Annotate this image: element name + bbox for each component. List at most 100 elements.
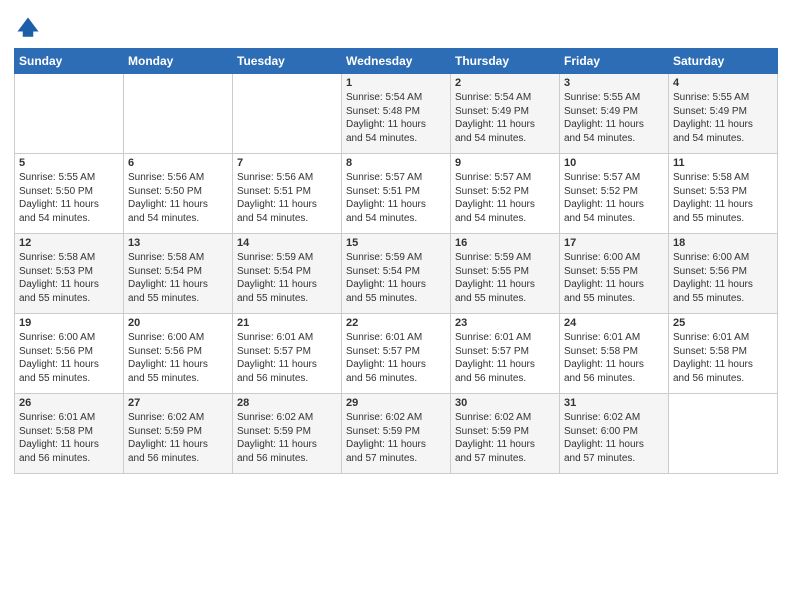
cell-info: Sunrise: 5:55 AM Sunset: 5:49 PM Dayligh… [673,91,773,145]
day-number: 2 [455,77,555,89]
day-number: 12 [19,237,119,249]
day-number: 30 [455,397,555,409]
week-row-1: 1 Sunrise: 5:54 AM Sunset: 5:48 PM Daylig… [15,74,778,154]
calendar-cell: 2 Sunrise: 5:54 AM Sunset: 5:49 PM Daylig… [451,74,560,154]
cell-info: Sunrise: 5:59 AM Sunset: 5:54 PM Dayligh… [237,251,337,305]
day-number: 3 [564,77,664,89]
day-number: 24 [564,317,664,329]
day-number: 7 [237,157,337,169]
cell-info: Sunrise: 5:58 AM Sunset: 5:53 PM Dayligh… [673,171,773,225]
cell-info: Sunrise: 5:55 AM Sunset: 5:50 PM Dayligh… [19,171,119,225]
day-number: 10 [564,157,664,169]
calendar-cell: 5 Sunrise: 5:55 AM Sunset: 5:50 PM Daylig… [15,154,124,234]
week-row-5: 26 Sunrise: 6:01 AM Sunset: 5:58 PM Dayli… [15,394,778,474]
day-number: 15 [346,237,446,249]
calendar-cell: 6 Sunrise: 5:56 AM Sunset: 5:50 PM Daylig… [124,154,233,234]
day-number: 6 [128,157,228,169]
cell-info: Sunrise: 5:59 AM Sunset: 5:54 PM Dayligh… [346,251,446,305]
calendar-cell: 1 Sunrise: 5:54 AM Sunset: 5:48 PM Daylig… [342,74,451,154]
day-number: 25 [673,317,773,329]
calendar-cell: 13 Sunrise: 5:58 AM Sunset: 5:54 PM Dayli… [124,234,233,314]
cell-info: Sunrise: 5:54 AM Sunset: 5:48 PM Dayligh… [346,91,446,145]
cell-info: Sunrise: 5:58 AM Sunset: 5:54 PM Dayligh… [128,251,228,305]
cell-info: Sunrise: 6:02 AM Sunset: 5:59 PM Dayligh… [128,411,228,465]
cell-info: Sunrise: 5:56 AM Sunset: 5:50 PM Dayligh… [128,171,228,225]
header [14,10,778,42]
cell-info: Sunrise: 6:01 AM Sunset: 5:58 PM Dayligh… [564,331,664,385]
calendar-cell: 25Sunrise: 6:01 AM Sunset: 5:58 PM Dayli… [669,314,778,394]
day-number: 31 [564,397,664,409]
day-number: 4 [673,77,773,89]
main-container: SundayMondayTuesdayWednesdayThursdayFrid… [0,0,792,484]
day-number: 28 [237,397,337,409]
day-number: 14 [237,237,337,249]
day-header-monday: Monday [124,49,233,74]
day-header-saturday: Saturday [669,49,778,74]
calendar-cell: 16Sunrise: 5:59 AM Sunset: 5:55 PM Dayli… [451,234,560,314]
calendar-cell: 9 Sunrise: 5:57 AM Sunset: 5:52 PM Daylig… [451,154,560,234]
day-header-tuesday: Tuesday [233,49,342,74]
day-number: 8 [346,157,446,169]
day-number: 19 [19,317,119,329]
calendar-cell: 24 Sunrise: 6:01 AM Sunset: 5:58 PM Dayli… [560,314,669,394]
calendar-cell: 31 Sunrise: 6:02 AM Sunset: 6:00 PM Dayli… [560,394,669,474]
week-row-2: 5 Sunrise: 5:55 AM Sunset: 5:50 PM Daylig… [15,154,778,234]
calendar-cell: 7 Sunrise: 5:56 AM Sunset: 5:51 PM Daylig… [233,154,342,234]
calendar-cell: 15 Sunrise: 5:59 AM Sunset: 5:54 PM Dayli… [342,234,451,314]
day-number: 22 [346,317,446,329]
day-header-friday: Friday [560,49,669,74]
calendar-cell: 14 Sunrise: 5:59 AM Sunset: 5:54 PM Dayli… [233,234,342,314]
day-number: 5 [19,157,119,169]
day-number: 23 [455,317,555,329]
cell-info: Sunrise: 6:00 AM Sunset: 5:55 PM Dayligh… [564,251,664,305]
cell-info: Sunrise: 6:01 AM Sunset: 5:57 PM Dayligh… [346,331,446,385]
calendar-table: SundayMondayTuesdayWednesdayThursdayFrid… [14,48,778,474]
calendar-cell: 30Sunrise: 6:02 AM Sunset: 5:59 PM Dayli… [451,394,560,474]
day-number: 18 [673,237,773,249]
calendar-cell: 17 Sunrise: 6:00 AM Sunset: 5:55 PM Dayli… [560,234,669,314]
day-number: 9 [455,157,555,169]
cell-info: Sunrise: 5:57 AM Sunset: 5:51 PM Dayligh… [346,171,446,225]
day-number: 17 [564,237,664,249]
day-number: 20 [128,317,228,329]
logo-icon [14,14,42,42]
day-header-sunday: Sunday [15,49,124,74]
cell-info: Sunrise: 5:56 AM Sunset: 5:51 PM Dayligh… [237,171,337,225]
week-row-4: 19 Sunrise: 6:00 AM Sunset: 5:56 PM Dayli… [15,314,778,394]
day-header-wednesday: Wednesday [342,49,451,74]
days-header-row: SundayMondayTuesdayWednesdayThursdayFrid… [15,49,778,74]
calendar-cell: 22 Sunrise: 6:01 AM Sunset: 5:57 PM Dayli… [342,314,451,394]
calendar-cell: 27Sunrise: 6:02 AM Sunset: 5:59 PM Dayli… [124,394,233,474]
cell-info: Sunrise: 5:54 AM Sunset: 5:49 PM Dayligh… [455,91,555,145]
cell-info: Sunrise: 5:57 AM Sunset: 5:52 PM Dayligh… [455,171,555,225]
day-number: 16 [455,237,555,249]
calendar-cell [15,74,124,154]
week-row-3: 12Sunrise: 5:58 AM Sunset: 5:53 PM Dayli… [15,234,778,314]
day-number: 1 [346,77,446,89]
cell-info: Sunrise: 6:01 AM Sunset: 5:57 PM Dayligh… [455,331,555,385]
day-number: 29 [346,397,446,409]
cell-info: Sunrise: 6:02 AM Sunset: 6:00 PM Dayligh… [564,411,664,465]
calendar-cell: 12Sunrise: 5:58 AM Sunset: 5:53 PM Dayli… [15,234,124,314]
logo [14,14,44,42]
day-number: 13 [128,237,228,249]
cell-info: Sunrise: 5:57 AM Sunset: 5:52 PM Dayligh… [564,171,664,225]
calendar-cell: 18 Sunrise: 6:00 AM Sunset: 5:56 PM Dayli… [669,234,778,314]
calendar-cell: 3 Sunrise: 5:55 AM Sunset: 5:49 PM Daylig… [560,74,669,154]
calendar-cell: 10 Sunrise: 5:57 AM Sunset: 5:52 PM Dayli… [560,154,669,234]
calendar-cell: 20 Sunrise: 6:00 AM Sunset: 5:56 PM Dayli… [124,314,233,394]
calendar-cell [124,74,233,154]
calendar-cell: 29Sunrise: 6:02 AM Sunset: 5:59 PM Dayli… [342,394,451,474]
day-number: 21 [237,317,337,329]
calendar-cell [669,394,778,474]
cell-info: Sunrise: 6:01 AM Sunset: 5:57 PM Dayligh… [237,331,337,385]
calendar-cell: 28Sunrise: 6:02 AM Sunset: 5:59 PM Dayli… [233,394,342,474]
day-number: 26 [19,397,119,409]
cell-info: Sunrise: 6:00 AM Sunset: 5:56 PM Dayligh… [128,331,228,385]
cell-info: Sunrise: 6:00 AM Sunset: 5:56 PM Dayligh… [673,251,773,305]
day-header-thursday: Thursday [451,49,560,74]
cell-info: Sunrise: 6:00 AM Sunset: 5:56 PM Dayligh… [19,331,119,385]
cell-info: Sunrise: 6:01 AM Sunset: 5:58 PM Dayligh… [19,411,119,465]
cell-info: Sunrise: 5:55 AM Sunset: 5:49 PM Dayligh… [564,91,664,145]
calendar-cell: 23 Sunrise: 6:01 AM Sunset: 5:57 PM Dayli… [451,314,560,394]
